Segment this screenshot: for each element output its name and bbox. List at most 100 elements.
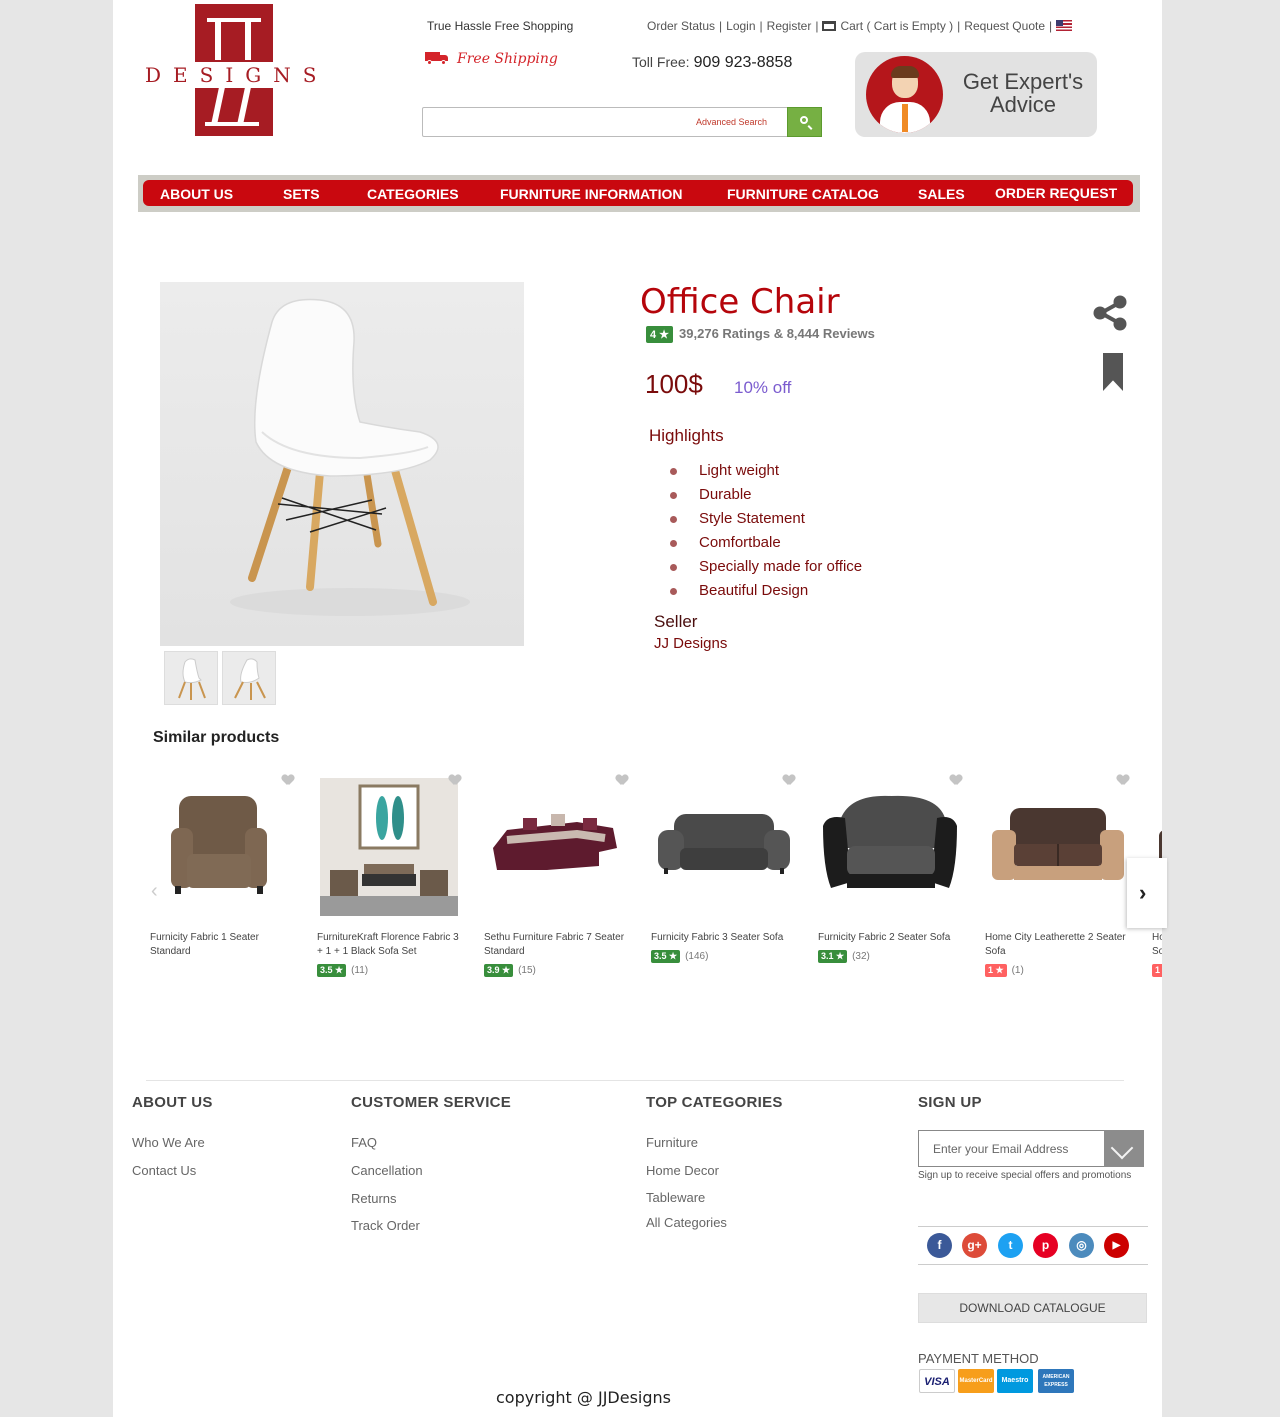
top-links: Order Status | Login | Register | Cart ( Cart … xyxy=(647,19,1073,33)
highlights-title: Highlights xyxy=(649,426,724,445)
expert-advice-banner[interactable]: Get Expert's Advice xyxy=(855,52,1097,137)
download-catalogue-button[interactable]: DOWNLOAD CATALOGUE xyxy=(918,1293,1147,1323)
product-card[interactable]: Sethu Furniture Fabric 7 Seater Standard… xyxy=(484,772,636,992)
footer-link-all-categories[interactable]: All Categories xyxy=(646,1215,727,1230)
google-plus-icon[interactable]: g+ xyxy=(962,1233,987,1258)
search-icon xyxy=(800,116,808,124)
product-card-image xyxy=(988,778,1126,916)
social-divider-top xyxy=(918,1226,1148,1227)
wishlist-heart-icon[interactable] xyxy=(950,775,962,786)
us-flag-icon[interactable] xyxy=(1056,20,1073,31)
product-card-name: FurnitureKraft Florence Fabric 3 + 1 + 1… xyxy=(317,932,459,957)
product-thumbnail-1[interactable] xyxy=(164,651,218,705)
product-discount: 10% off xyxy=(734,378,792,397)
nav-categories[interactable]: CATEGORIES xyxy=(367,186,459,202)
facebook-icon[interactable]: f xyxy=(927,1233,952,1258)
cart-link[interactable]: Cart ( Cart is Empty ) xyxy=(840,19,953,33)
tagline: True Hassle Free Shopping xyxy=(427,19,574,33)
login-link[interactable]: Login xyxy=(726,19,755,33)
youtube-icon[interactable]: ▶ xyxy=(1104,1233,1129,1258)
pinterest-icon[interactable]: p xyxy=(1033,1233,1058,1258)
nav-furniture-catalog[interactable]: FURNITURE CATALOG xyxy=(727,186,879,202)
share-icon[interactable] xyxy=(1091,294,1129,332)
nav-sales[interactable]: SALES xyxy=(918,186,965,202)
product-card-rating: 1 ★ xyxy=(1152,964,1162,977)
wishlist-heart-icon[interactable] xyxy=(783,775,795,786)
footer-link-cancellation[interactable]: Cancellation xyxy=(351,1163,423,1178)
product-card-image xyxy=(320,778,458,916)
footer-link-contact-us[interactable]: Contact Us xyxy=(132,1163,196,1178)
instagram-icon[interactable]: ◎ xyxy=(1069,1233,1094,1258)
email-placeholder: Enter your Email Address xyxy=(933,1142,1069,1156)
footer-link-who-we-are[interactable]: Who We Are xyxy=(132,1135,205,1150)
footer-link-track-order[interactable]: Track Order xyxy=(351,1218,420,1233)
footer-link-home-decor[interactable]: Home Decor xyxy=(646,1163,719,1178)
product-rating: 4 ★ 39,276 Ratings & 8,444 Reviews xyxy=(646,326,875,343)
highlight-item: Durable xyxy=(669,485,862,509)
request-quote-link[interactable]: Request Quote xyxy=(964,19,1045,33)
order-status-link[interactable]: Order Status xyxy=(647,19,715,33)
footer-link-furniture[interactable]: Furniture xyxy=(646,1135,698,1150)
wishlist-heart-icon[interactable] xyxy=(282,775,294,786)
chevron-right-icon: › xyxy=(1139,880,1147,905)
nav-order-request[interactable]: ORDER REQUEST xyxy=(995,185,1117,201)
product-main-image[interactable] xyxy=(160,282,524,646)
toll-free: Toll Free: 909 923-8858 xyxy=(632,54,792,72)
free-shipping: Free Shipping xyxy=(425,51,558,67)
advanced-search-link[interactable]: Advanced Search xyxy=(696,117,767,127)
product-card[interactable]: Home City Leatherette 2 Seater Sofa 1 ★ (… xyxy=(985,772,1137,992)
product-card-rating: 3.5 ★ (146) xyxy=(651,950,708,963)
social-divider-bottom xyxy=(918,1264,1148,1265)
seller-name[interactable]: JJ Designs xyxy=(654,635,727,652)
footer-service-title: CUSTOMER SERVICE xyxy=(351,1094,512,1111)
signup-note: Sign up to receive special offers and pr… xyxy=(918,1170,1132,1181)
wishlist-heart-icon[interactable] xyxy=(616,775,628,786)
nav-furniture-information[interactable]: FURNITURE INFORMATION xyxy=(500,186,683,202)
brand-logo[interactable]: DESIGNS xyxy=(143,4,323,138)
carousel-prev-icon[interactable]: ‹ xyxy=(151,880,163,902)
twitter-icon[interactable]: t xyxy=(998,1233,1023,1258)
product-card-name: Home City Leatherette 3 Seater Sofa xyxy=(1152,932,1162,957)
email-signup-field[interactable]: Enter your Email Address xyxy=(918,1130,1144,1167)
wishlist-heart-icon[interactable] xyxy=(1117,775,1129,786)
search-input[interactable] xyxy=(429,112,679,132)
footer-link-tableware[interactable]: Tableware xyxy=(646,1190,705,1205)
product-card[interactable]: FurnitureKraft Florence Fabric 3 + 1 + 1… xyxy=(317,772,469,992)
product-card[interactable]: Furnicity Fabric 3 Seater Sofa 3.5 ★ (146… xyxy=(651,772,803,992)
carousel-next-button[interactable]: › xyxy=(1127,858,1167,928)
footer-link-faq[interactable]: FAQ xyxy=(351,1135,377,1150)
maestro-icon: Maestro xyxy=(997,1369,1033,1393)
product-card-rating-count: (15) xyxy=(518,965,536,976)
product-card-rating: 1 ★ (1) xyxy=(985,964,1024,977)
product-card-rating-badge: 1 ★ xyxy=(985,964,1007,977)
footer-link-returns[interactable]: Returns xyxy=(351,1191,397,1206)
search-button[interactable] xyxy=(787,107,822,137)
footer-categories-title: TOP CATEGORIES xyxy=(646,1094,783,1111)
product-price: 100$ xyxy=(645,369,703,399)
product-card-rating-badge: 3.5 ★ xyxy=(317,964,347,977)
bookmark-icon[interactable] xyxy=(1103,353,1123,391)
product-card-rating: 3.5 ★ (11) xyxy=(317,964,368,977)
product-thumbnail-2[interactable] xyxy=(222,651,276,705)
product-card[interactable]: Furnicity Fabric 2 Seater Sofa 3.1 ★ (32) xyxy=(818,772,970,992)
product-card-name: Sethu Furniture Fabric 7 Seater Standard xyxy=(484,932,625,957)
nav-about-us[interactable]: ABOUT US xyxy=(160,186,233,202)
register-link[interactable]: Register xyxy=(767,19,812,33)
product-card-name: Furnicity Fabric 3 Seater Sofa xyxy=(651,932,784,943)
similar-products-carousel: Furnicity Fabric 1 Seater Standard Furni… xyxy=(143,765,1162,995)
highlight-item: Light weight xyxy=(669,461,862,485)
product-card-rating-badge: 3.5 ★ xyxy=(651,950,681,963)
expert-avatar xyxy=(866,56,943,133)
product-card[interactable]: Furnicity Fabric 1 Seater Standard xyxy=(150,772,302,992)
ratings-reviews-count[interactable]: 39,276 Ratings & 8,444 Reviews xyxy=(679,326,875,341)
wishlist-heart-icon[interactable] xyxy=(449,775,461,786)
email-submit-button[interactable] xyxy=(1104,1130,1144,1167)
product-card-rating-count: (32) xyxy=(852,951,870,962)
nav-sets[interactable]: SETS xyxy=(283,186,320,202)
product-card-rating: 3.9 ★ (15) xyxy=(484,964,536,977)
similar-products-title: Similar products xyxy=(153,729,280,746)
page: DESIGNS True Hassle Free Shopping Free S… xyxy=(113,0,1167,1417)
highlight-item: Specially made for office xyxy=(669,557,862,581)
product-card-rating-count: (146) xyxy=(685,951,709,962)
cart-icon[interactable] xyxy=(822,21,837,31)
